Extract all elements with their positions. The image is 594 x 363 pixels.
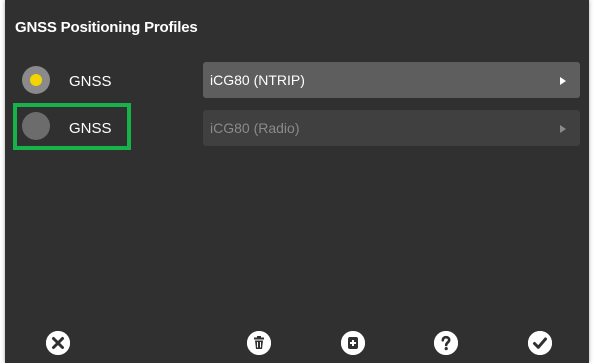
cancel-button[interactable]	[46, 331, 70, 355]
profile-label-1: GNSS	[69, 73, 112, 90]
device-select-1[interactable]: iCG80 (NTRIP)	[203, 62, 580, 98]
play-arrow-icon	[560, 77, 566, 85]
radio-selected-dot	[30, 74, 42, 86]
device-select-2: iCG80 (Radio)	[203, 110, 580, 146]
page-title: GNSS Positioning Profiles	[15, 19, 198, 36]
play-arrow-icon	[560, 125, 566, 133]
add-icon	[341, 331, 365, 355]
delete-button[interactable]	[247, 331, 271, 355]
trash-icon	[247, 331, 271, 355]
bottom-toolbar	[5, 323, 589, 363]
help-icon	[434, 331, 458, 355]
help-button[interactable]	[434, 331, 458, 355]
device-select-value: iCG80 (NTRIP)	[210, 72, 305, 88]
gnss-profiles-panel: GNSS Positioning Profiles GNSS iCG80 (NT…	[5, 0, 589, 363]
radio-profile-gnss-2[interactable]	[22, 112, 50, 140]
profile-label-2: GNSS	[69, 120, 112, 137]
close-icon	[46, 331, 70, 355]
radio-profile-gnss-1[interactable]	[22, 66, 50, 94]
add-button[interactable]	[341, 331, 365, 355]
check-icon	[528, 331, 552, 355]
device-select-value: iCG80 (Radio)	[210, 120, 300, 136]
confirm-button[interactable]	[528, 331, 552, 355]
